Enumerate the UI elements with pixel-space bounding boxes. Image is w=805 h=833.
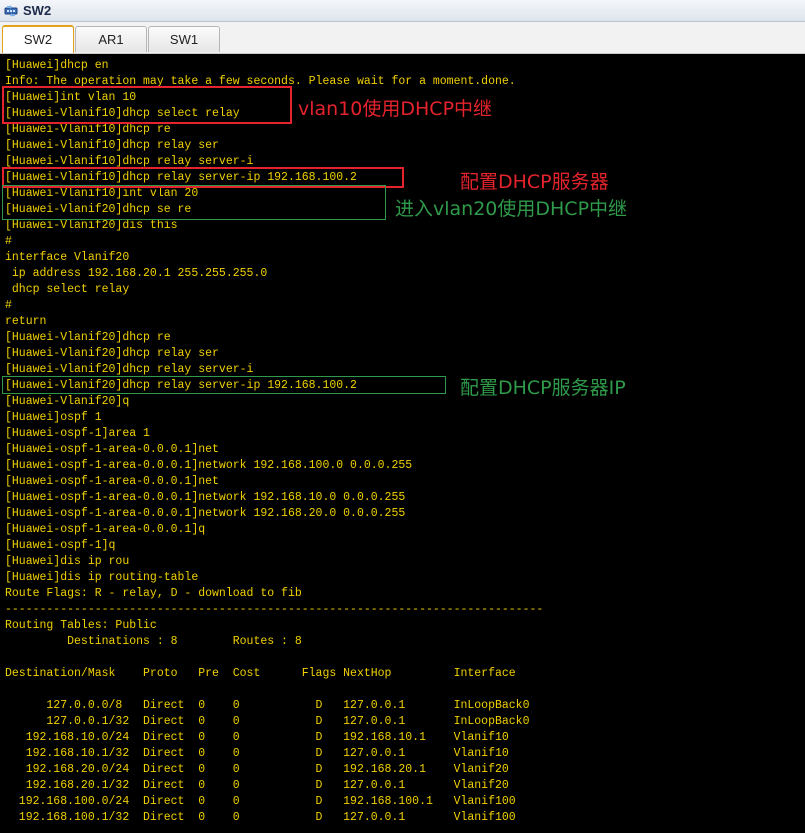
- terminal-line: [Huawei]dis ip rou: [5, 555, 130, 568]
- terminal-line: [Huawei-ospf-1]q: [5, 539, 116, 552]
- terminal-line: Route Flags: R - relay, D - download to …: [5, 587, 302, 600]
- terminal-line: [Huawei]ospf 1: [5, 411, 102, 424]
- terminal-line: 192.168.100.1/32 Direct 0 0 D 127.0.0.1 …: [5, 811, 516, 824]
- terminal-line: dhcp select relay: [5, 283, 130, 296]
- terminal-line: interface Vlanif20: [5, 251, 130, 264]
- terminal-line: 192.168.10.0/24 Direct 0 0 D 192.168.10.…: [5, 731, 509, 744]
- terminal-line: 192.168.20.0/24 Direct 0 0 D 192.168.20.…: [5, 763, 509, 776]
- terminal-line: 192.168.100.0/24 Direct 0 0 D 192.168.10…: [5, 795, 516, 808]
- terminal-line: [Huawei-Vlanif20]dis this: [5, 219, 178, 232]
- terminal-line: 192.168.10.1/32 Direct 0 0 D 127.0.0.1 V…: [5, 747, 509, 760]
- terminal-line: [Huawei-ospf-1-area-0.0.0.1]q: [5, 523, 206, 536]
- terminal-line: Routing Tables: Public: [5, 619, 157, 632]
- window-title: SW2: [23, 3, 52, 18]
- switch-icon: [4, 4, 18, 18]
- terminal-line: [Huawei-ospf-1-area-0.0.0.1]network 192.…: [5, 507, 406, 520]
- terminal-line: 192.168.20.1/32 Direct 0 0 D 127.0.0.1 V…: [5, 779, 509, 792]
- terminal-line: #: [5, 299, 12, 312]
- terminal-line: #: [5, 235, 12, 248]
- tab-sw2[interactable]: SW2: [2, 25, 74, 53]
- terminal-line: [Huawei]dhcp en: [5, 59, 109, 72]
- annotation-vlan20-dhcp-relay: 进入vlan20使用DHCP中继: [395, 198, 628, 220]
- tab-sw1[interactable]: SW1: [148, 26, 220, 52]
- annotation-config-dhcp-server: 配置DHCP服务器: [460, 171, 609, 193]
- terminal-output[interactable]: [Huawei]dhcp en Info: The operation may t…: [0, 55, 805, 833]
- terminal-line: [Huawei-Vlanif20]q: [5, 395, 130, 408]
- highlight-box-vlan10-relay: [2, 86, 292, 124]
- tab-ar1[interactable]: AR1: [75, 26, 147, 52]
- terminal-line: ----------------------------------------…: [5, 603, 544, 616]
- terminal-line: [Huawei-ospf-1-area-0.0.0.1]net: [5, 443, 219, 456]
- terminal-line: [Huawei-Vlanif20]dhcp relay ser: [5, 347, 219, 360]
- terminal-line: Destination/Mask Proto Pre Cost Flags Ne…: [5, 667, 516, 680]
- terminal-line: [Huawei-Vlanif10]dhcp re: [5, 123, 171, 136]
- terminal-line: [Huawei-ospf-1-area-0.0.0.1]network 192.…: [5, 459, 413, 472]
- terminal-line: [Huawei]dis ip routing-table: [5, 571, 199, 584]
- terminal-line: [Huawei-Vlanif20]dhcp re: [5, 331, 171, 344]
- terminal-line: return: [5, 315, 47, 328]
- terminal-line: [Huawei-ospf-1]area 1: [5, 427, 150, 440]
- terminal-line: [Huawei-ospf-1-area-0.0.0.1]network 192.…: [5, 491, 406, 504]
- terminal-line: [Huawei-ospf-1-area-0.0.0.1]net: [5, 475, 219, 488]
- annotation-vlan10-dhcp-relay: vlan10使用DHCP中继: [298, 98, 493, 120]
- terminal-line: [Huawei-Vlanif10]dhcp relay ser: [5, 139, 219, 152]
- highlight-box-vlan20-relay: [2, 185, 386, 220]
- terminal-line: 127.0.0.1/32 Direct 0 0 D 127.0.0.1 InLo…: [5, 715, 530, 728]
- title-bar: SW2: [0, 0, 805, 22]
- annotation-config-dhcp-server-ip: 配置DHCP服务器IP: [460, 377, 626, 399]
- terminal-line: 127.0.0.0/8 Direct 0 0 D 127.0.0.1 InLoo…: [5, 699, 530, 712]
- terminal-line: Destinations : 8 Routes : 8: [5, 635, 302, 648]
- terminal-line: ip address 192.168.20.1 255.255.255.0: [5, 267, 268, 280]
- highlight-box-server-ip-vlan20: [2, 376, 446, 394]
- terminal-line: [Huawei-Vlanif20]dhcp relay server-i: [5, 363, 254, 376]
- tab-bar: SW2 AR1 SW1: [0, 22, 805, 54]
